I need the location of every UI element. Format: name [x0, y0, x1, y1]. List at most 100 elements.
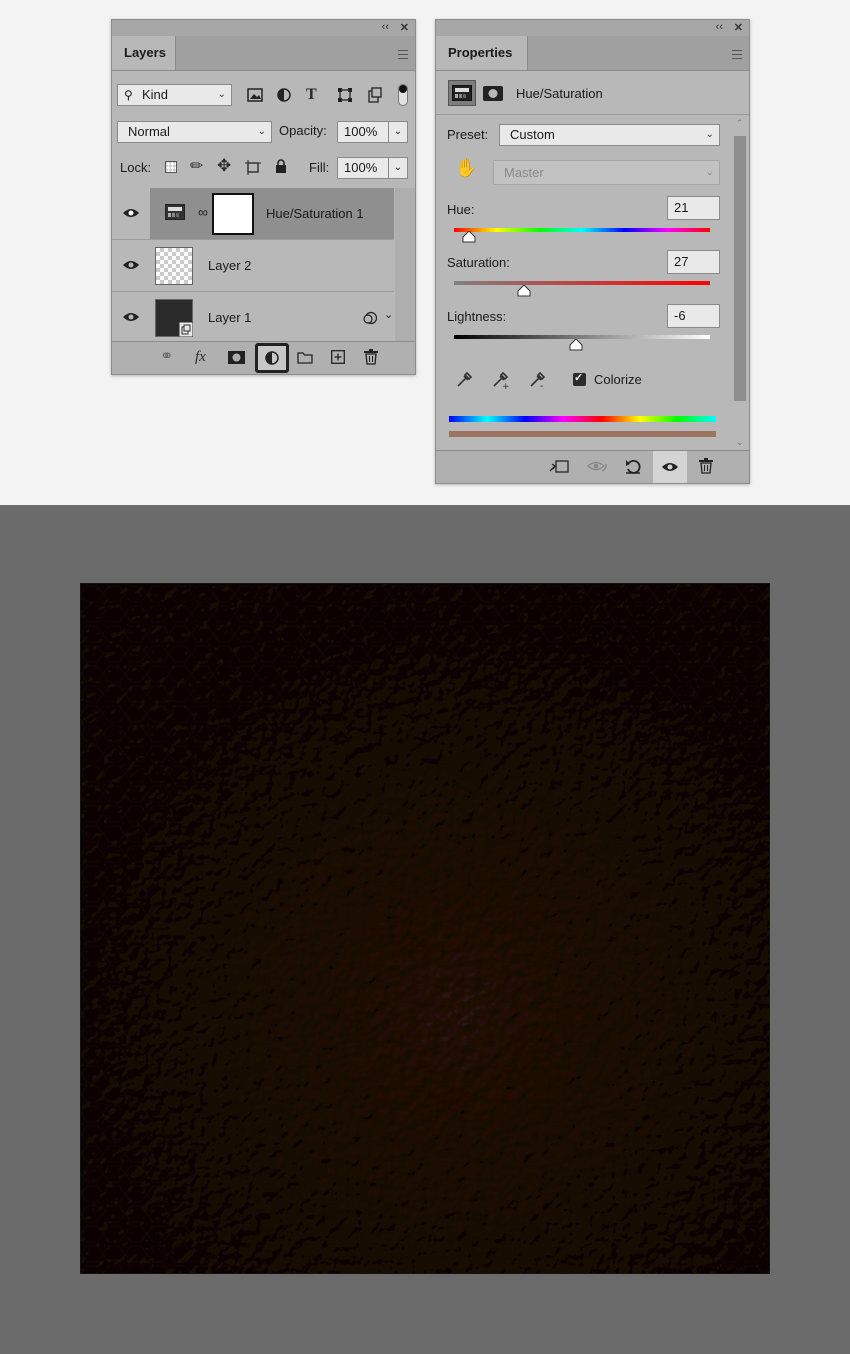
- chain-link-icon[interactable]: ∞: [198, 204, 208, 220]
- targeted-adjustment-hand-icon[interactable]: ✋: [455, 159, 477, 177]
- visibility-toggle-button[interactable]: [653, 451, 687, 483]
- hue-slider-thumb[interactable]: [462, 231, 476, 243]
- layers-panel: ‹‹ ✕ Layers ⚲ Kind ⌄ T Normal ⌄ Opacity:…: [111, 19, 416, 375]
- close-icon[interactable]: ✕: [400, 21, 409, 34]
- lock-all-icon[interactable]: [275, 159, 287, 174]
- layer-name: Layer 2: [208, 258, 252, 273]
- layers-list: ∞ Hue/Saturation 1 Layer 2 Layer 1 ⌄: [112, 188, 415, 344]
- new-layer-icon[interactable]: [331, 350, 345, 364]
- layer-row-hue-saturation[interactable]: ∞ Hue/Saturation 1: [112, 188, 394, 240]
- preset-value: Custom: [510, 127, 555, 142]
- adjustment-icon: [165, 204, 185, 220]
- lock-label: Lock:: [120, 160, 152, 175]
- chevron-down-icon: ⌄: [217, 89, 226, 100]
- channel-select[interactable]: Master ⌄: [493, 160, 720, 185]
- adjustment-layer-icon[interactable]: [255, 343, 289, 373]
- collapse-icon[interactable]: ‹‹: [382, 21, 389, 33]
- eyedropper-minus-icon[interactable]: -: [529, 370, 549, 390]
- hue-input[interactable]: 21: [667, 196, 720, 220]
- visibility-icon: [662, 463, 678, 471]
- properties-panel: ‹‹ ✕ Properties Hue/Saturation ⌃ ⌄ Prese…: [435, 19, 750, 484]
- visibility-eye-icon[interactable]: [122, 258, 140, 272]
- colorize-checkbox[interactable]: ✓: [573, 372, 586, 386]
- fill-input[interactable]: 100%: [337, 157, 389, 179]
- trash-icon[interactable]: [364, 349, 378, 365]
- saturation-input[interactable]: 27: [667, 250, 720, 274]
- preset-label: Preset:: [447, 127, 489, 142]
- panel-menu-icon[interactable]: [732, 50, 742, 59]
- expand-chevron-icon[interactable]: ⌄: [384, 308, 393, 321]
- link-icon[interactable]: ⚭: [160, 348, 173, 366]
- lock-artboard-icon[interactable]: [245, 160, 261, 175]
- smart-object-filter-icon[interactable]: [368, 87, 382, 103]
- type-filter-icon[interactable]: T: [306, 86, 317, 104]
- hue-label: Hue:: [447, 202, 475, 217]
- layers-scrollbar[interactable]: [395, 188, 415, 342]
- opacity-input[interactable]: 100%: [337, 121, 389, 143]
- shape-filter-icon[interactable]: [338, 88, 352, 102]
- check-icon: ✓: [574, 372, 584, 384]
- properties-panel-titlebar[interactable]: ‹‹ ✕: [436, 20, 749, 36]
- layer-row-layer-2[interactable]: Layer 2: [112, 240, 394, 292]
- reset-icon[interactable]: [625, 458, 641, 475]
- visibility-eye-icon[interactable]: [122, 310, 140, 324]
- lock-transparent-icon[interactable]: [165, 161, 177, 173]
- saturation-label: Saturation:: [447, 255, 510, 270]
- lightness-slider-thumb[interactable]: [569, 339, 583, 351]
- adjustment-filter-icon[interactable]: [277, 88, 291, 102]
- collapse-icon[interactable]: ‹‹: [716, 21, 723, 33]
- mask-icon[interactable]: [228, 351, 245, 364]
- search-icon: ⚲: [124, 88, 133, 102]
- fx-icon[interactable]: fx: [195, 348, 206, 366]
- layers-panel-titlebar[interactable]: ‹‹ ✕: [112, 20, 415, 36]
- properties-tab-row: Properties: [436, 36, 749, 71]
- svg-text:+: +: [502, 382, 510, 390]
- filter-kind-select[interactable]: ⚲ Kind ⌄: [117, 84, 232, 106]
- visibility-eye-icon[interactable]: [122, 206, 140, 220]
- tab-properties[interactable]: Properties: [436, 36, 528, 70]
- properties-bottom-toolbar: [436, 450, 749, 483]
- saturation-slider-thumb[interactable]: [517, 285, 531, 297]
- panel-menu-icon[interactable]: [398, 50, 408, 59]
- document-canvas[interactable]: [80, 583, 770, 1274]
- fill-label: Fill:: [309, 160, 330, 175]
- eyedropper-plus-icon[interactable]: +: [492, 370, 512, 390]
- fill-dropdown[interactable]: ⌄: [388, 157, 408, 179]
- properties-scrollbar[interactable]: ⌃ ⌄: [733, 118, 747, 448]
- filter-toggle-icon[interactable]: [398, 84, 408, 106]
- opacity-dropdown[interactable]: ⌄: [388, 121, 408, 143]
- layers-bottom-toolbar: ⚭ fx: [112, 341, 415, 374]
- adjustment-mode-button[interactable]: [448, 80, 476, 106]
- layer-style-icon[interactable]: [362, 311, 378, 325]
- layers-tab-row: Layers: [112, 36, 415, 71]
- leather-texture-image: [81, 584, 769, 1273]
- scroll-down-icon[interactable]: ⌄: [736, 437, 744, 448]
- chevron-down-icon: ⌄: [705, 129, 714, 140]
- view-previous-icon[interactable]: [587, 459, 609, 474]
- layer-mask-thumbnail[interactable]: [212, 193, 254, 235]
- filter-kind-value: Kind: [142, 87, 169, 102]
- layer-row-layer-1[interactable]: Layer 1 ⌄: [112, 292, 394, 344]
- eyedropper-icon[interactable]: [456, 370, 474, 388]
- preset-select[interactable]: Custom ⌄: [499, 124, 720, 146]
- lock-position-icon[interactable]: ✥: [217, 157, 231, 175]
- scroll-up-icon[interactable]: ⌃: [736, 118, 744, 129]
- lock-pixels-icon[interactable]: ✏: [190, 158, 203, 176]
- opacity-label: Opacity:: [279, 123, 327, 138]
- tab-layers[interactable]: Layers: [112, 36, 176, 70]
- clip-to-layer-icon[interactable]: [549, 459, 569, 474]
- image-filter-icon[interactable]: [247, 88, 263, 102]
- trash-icon[interactable]: [699, 458, 713, 474]
- smart-object-badge-icon: [179, 322, 193, 337]
- layer-name: Hue/Saturation 1: [266, 206, 364, 221]
- blend-mode-select[interactable]: Normal ⌄: [117, 121, 272, 143]
- mask-icon[interactable]: [483, 86, 503, 101]
- lightness-input[interactable]: -6: [667, 304, 720, 328]
- svg-text:-: -: [540, 381, 544, 390]
- hue-slider-track[interactable]: [454, 228, 710, 232]
- channel-value: Master: [504, 165, 544, 180]
- close-icon[interactable]: ✕: [734, 21, 743, 34]
- saturation-slider-track[interactable]: [454, 281, 710, 285]
- folder-icon[interactable]: [297, 351, 313, 364]
- chevron-down-icon: ⌄: [705, 167, 714, 178]
